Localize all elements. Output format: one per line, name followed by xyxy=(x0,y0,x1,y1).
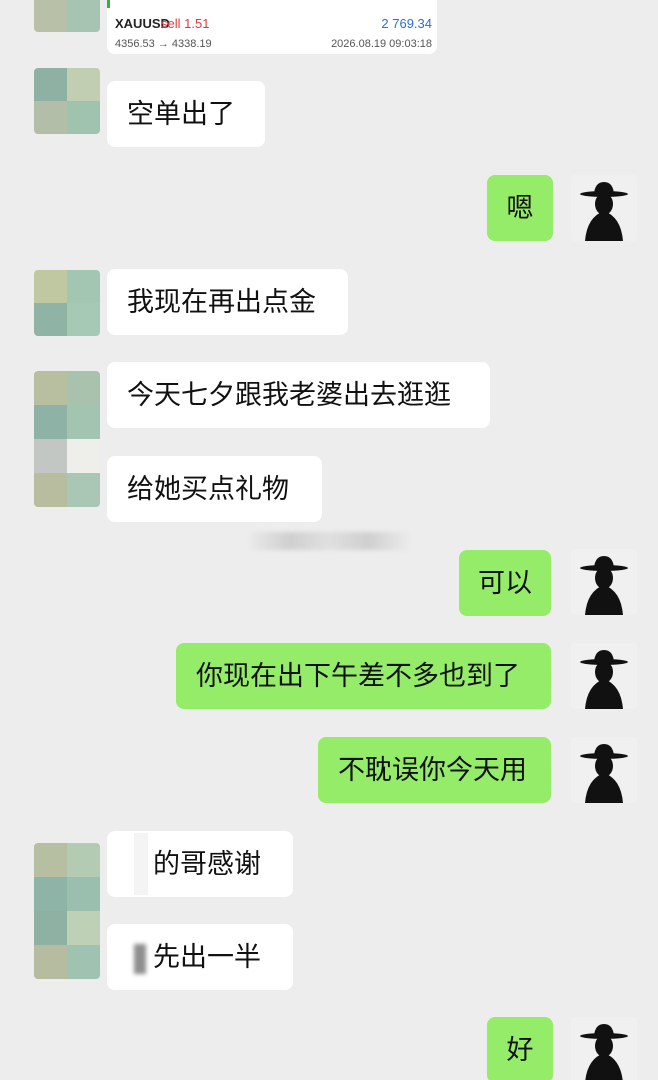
trade-accent-bar xyxy=(107,0,110,8)
other-avatar[interactable] xyxy=(34,0,100,32)
other-avatar[interactable] xyxy=(34,843,100,979)
message-text: 嗯 xyxy=(506,192,534,224)
mosaic-avatar-icon xyxy=(34,68,100,134)
message-bubble-mine[interactable]: 嗯 xyxy=(487,175,553,241)
silhouette-hat-avatar-icon xyxy=(571,737,637,803)
message-text: 今天七夕跟我老婆出去逛逛 xyxy=(127,379,451,411)
trade-price-range: 4356.53 → 4338.19 xyxy=(115,38,212,50)
trade-side: sell 1.51 xyxy=(161,16,210,31)
mosaic-avatar-icon xyxy=(34,270,100,336)
trade-record-card[interactable]: XAUUSD sell 1.51 2 769.34 4356.53 → 4338… xyxy=(107,0,437,54)
message-text: 空单出了 xyxy=(127,98,235,130)
trade-close-time: 2026.08.19 09:03:18 xyxy=(331,38,432,50)
message-bubble-mine[interactable]: 不耽误你今天用 xyxy=(318,737,551,803)
message-bubble-other[interactable]: 空单出了 xyxy=(107,81,265,147)
message-bubble-mine[interactable]: 你现在出下午差不多也到了 xyxy=(176,643,551,709)
message-text: 的哥感谢 xyxy=(153,848,261,880)
silhouette-hat-avatar-icon xyxy=(571,1017,637,1080)
other-avatar[interactable] xyxy=(34,270,100,336)
message-text: 好 xyxy=(506,1034,534,1066)
mosaic-avatar-icon xyxy=(34,0,100,32)
message-text: 你现在出下午差不多也到了 xyxy=(196,660,520,692)
redaction-patch xyxy=(134,833,148,895)
chat-screen: XAUUSD sell 1.51 2 769.34 4356.53 → 4338… xyxy=(0,0,658,1080)
message-text: 给她买点礼物 xyxy=(127,473,289,505)
my-avatar[interactable] xyxy=(571,737,637,803)
other-avatar[interactable] xyxy=(34,371,100,507)
message-bubble-other[interactable]: 今天七夕跟我老婆出去逛逛 xyxy=(107,362,490,428)
silhouette-hat-avatar-icon xyxy=(571,549,637,615)
silhouette-hat-avatar-icon xyxy=(571,175,637,241)
mosaic-avatar-icon xyxy=(34,843,100,979)
message-bubble-mine[interactable]: 好 xyxy=(487,1017,553,1080)
silhouette-hat-avatar-icon xyxy=(571,643,637,709)
message-bubble-mine[interactable]: 可以 xyxy=(459,550,551,616)
message-text: 先出一半 xyxy=(153,941,261,973)
message-text: 可以 xyxy=(478,567,532,599)
mosaic-avatar-icon xyxy=(34,371,100,507)
blurred-system-text xyxy=(250,532,408,550)
my-avatar[interactable] xyxy=(571,175,637,241)
my-avatar[interactable] xyxy=(571,549,637,615)
trade-profit: 2 769.34 xyxy=(381,16,432,31)
other-avatar[interactable] xyxy=(34,68,100,134)
message-bubble-other[interactable]: 给她买点礼物 xyxy=(107,456,322,522)
message-text: 我现在再出点金 xyxy=(127,286,316,318)
message-text: 不耽误你今天用 xyxy=(338,754,527,786)
message-bubble-other[interactable]: 我现在再出点金 xyxy=(107,269,348,335)
redaction-patch xyxy=(134,944,146,974)
my-avatar[interactable] xyxy=(571,1017,637,1080)
my-avatar[interactable] xyxy=(571,643,637,709)
